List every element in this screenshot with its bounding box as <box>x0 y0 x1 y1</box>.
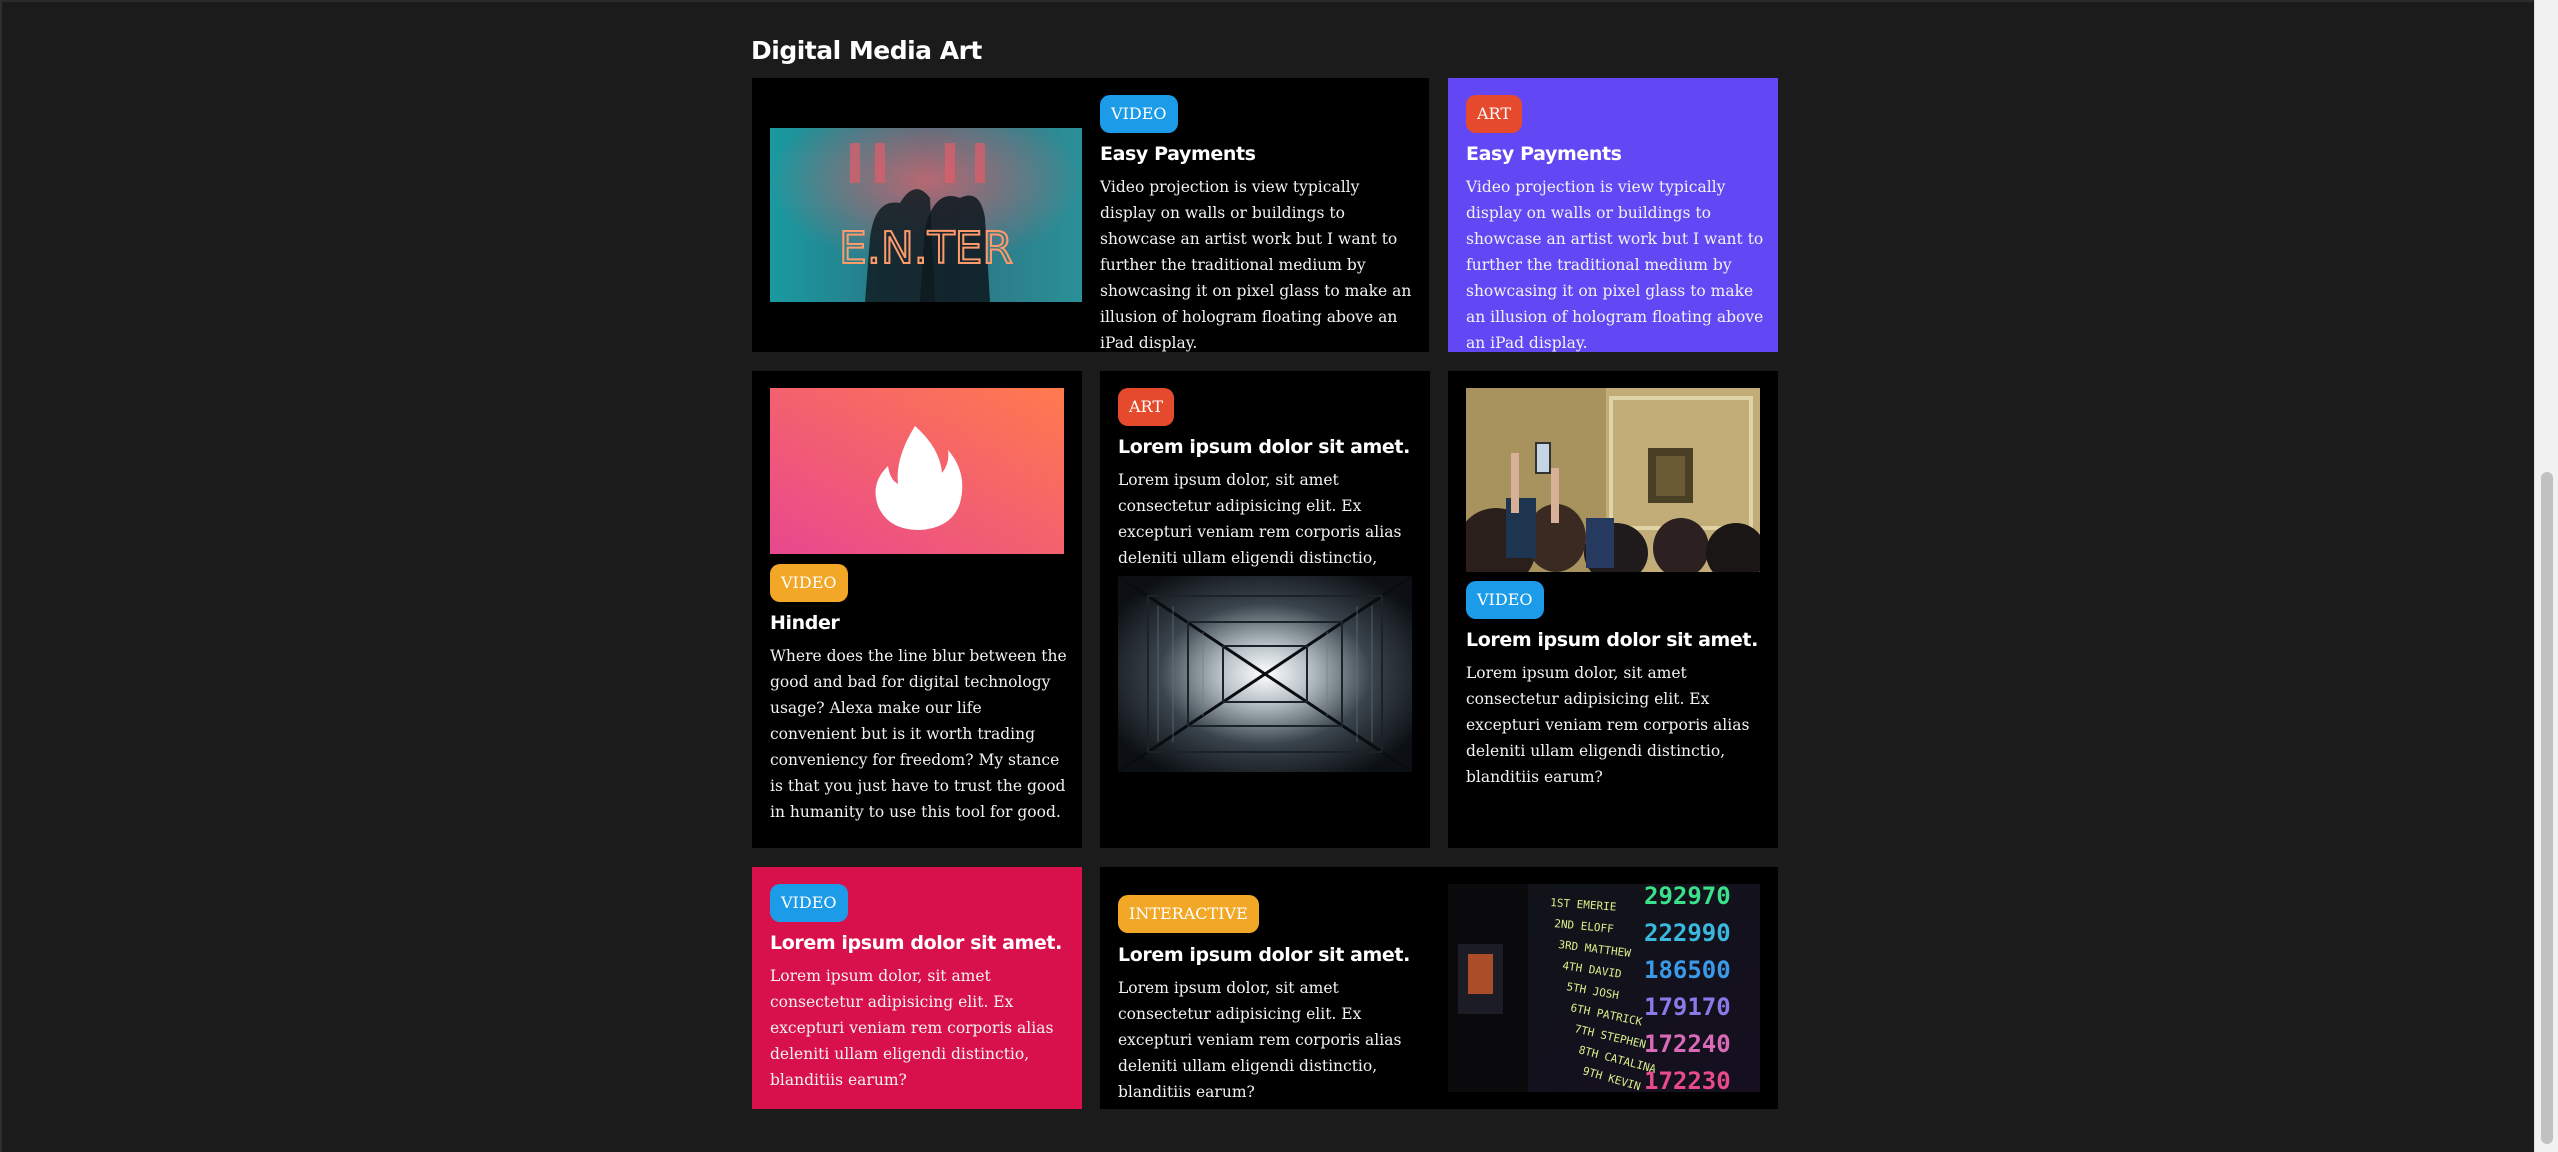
card-easy-payments-video[interactable]: E.N.TER VIDEO Easy Payments Video projec… <box>752 78 1429 352</box>
card-lorem-interactive[interactable]: INTERACTIVE Lorem ipsum dolor sit amet. … <box>1100 867 1778 1109</box>
card-description: Lorem ipsum dolor, sit amet consectetur … <box>770 967 1054 1089</box>
scoreboard-score: 292970 <box>1644 884 1731 910</box>
card-description: Lorem ipsum dolor, sit amet consectetur … <box>1118 979 1402 1101</box>
card-title: Hinder <box>770 612 840 634</box>
card-lorem-video-pink[interactable]: VIDEO Lorem ipsum dolor sit amet. Lorem … <box>752 867 1082 1109</box>
architecture-image <box>1118 576 1412 772</box>
tag-video[interactable]: VIDEO <box>1466 581 1544 619</box>
card-title: Lorem ipsum dolor sit amet. <box>770 932 1062 954</box>
card-title: Lorem ipsum dolor sit amet. <box>1466 629 1758 651</box>
scoreboard-score: 172230 <box>1644 1067 1731 1092</box>
card-title: Easy Payments <box>1466 143 1622 165</box>
card-title: Easy Payments <box>1100 143 1256 165</box>
tag-art[interactable]: ART <box>1118 388 1174 426</box>
tag-art[interactable]: ART <box>1466 95 1522 133</box>
scoreboard-image: 1ST EMERIE 2ND ELOFF 3RD MATTHEW 4TH DAVID 5… <box>1448 884 1760 1092</box>
card-lorem-art[interactable]: ART Lorem ipsum dolor sit amet. Lorem ip… <box>1100 371 1430 848</box>
card-description: Video projection is view typically displ… <box>1100 178 1412 352</box>
card-description: Video projection is view typically displ… <box>1466 178 1764 352</box>
museum-image <box>1466 388 1760 572</box>
scoreboard-score: 179170 <box>1644 993 1731 1021</box>
tag-interactive[interactable]: INTERACTIVE <box>1118 895 1259 933</box>
section-title: Digital Media Art <box>751 36 982 65</box>
flame-logo-image <box>770 388 1064 554</box>
scoreboard-score: 222990 <box>1644 919 1731 947</box>
card-hinder[interactable]: VIDEO Hinder Where does the line blur be… <box>752 371 1082 848</box>
scoreboard-score: 186500 <box>1644 956 1731 984</box>
scrollbar-thumb[interactable] <box>2541 472 2553 1144</box>
card-title: Lorem ipsum dolor sit amet. <box>1118 944 1410 966</box>
card-description: Lorem ipsum dolor, sit amet consectetur … <box>1466 664 1750 786</box>
svg-text:E.N.TER: E.N.TER <box>839 223 1013 274</box>
card-title: Lorem ipsum dolor sit amet. <box>1118 436 1410 458</box>
card-lorem-video[interactable]: VIDEO Lorem ipsum dolor sit amet. Lorem … <box>1448 371 1778 848</box>
tag-video[interactable]: VIDEO <box>1100 95 1178 133</box>
card-description: Where does the line blur between the goo… <box>770 647 1067 821</box>
scrollbar[interactable] <box>2534 0 2558 1152</box>
neon-enter-image: E.N.TER <box>770 128 1082 302</box>
tag-video[interactable]: VIDEO <box>770 564 848 602</box>
left-border <box>0 0 2 1152</box>
scoreboard-score: 172240 <box>1644 1030 1731 1058</box>
top-border <box>0 0 2534 2</box>
tag-video[interactable]: VIDEO <box>770 884 848 922</box>
card-easy-payments-art[interactable]: ART Easy Payments Video projection is vi… <box>1448 78 1778 352</box>
